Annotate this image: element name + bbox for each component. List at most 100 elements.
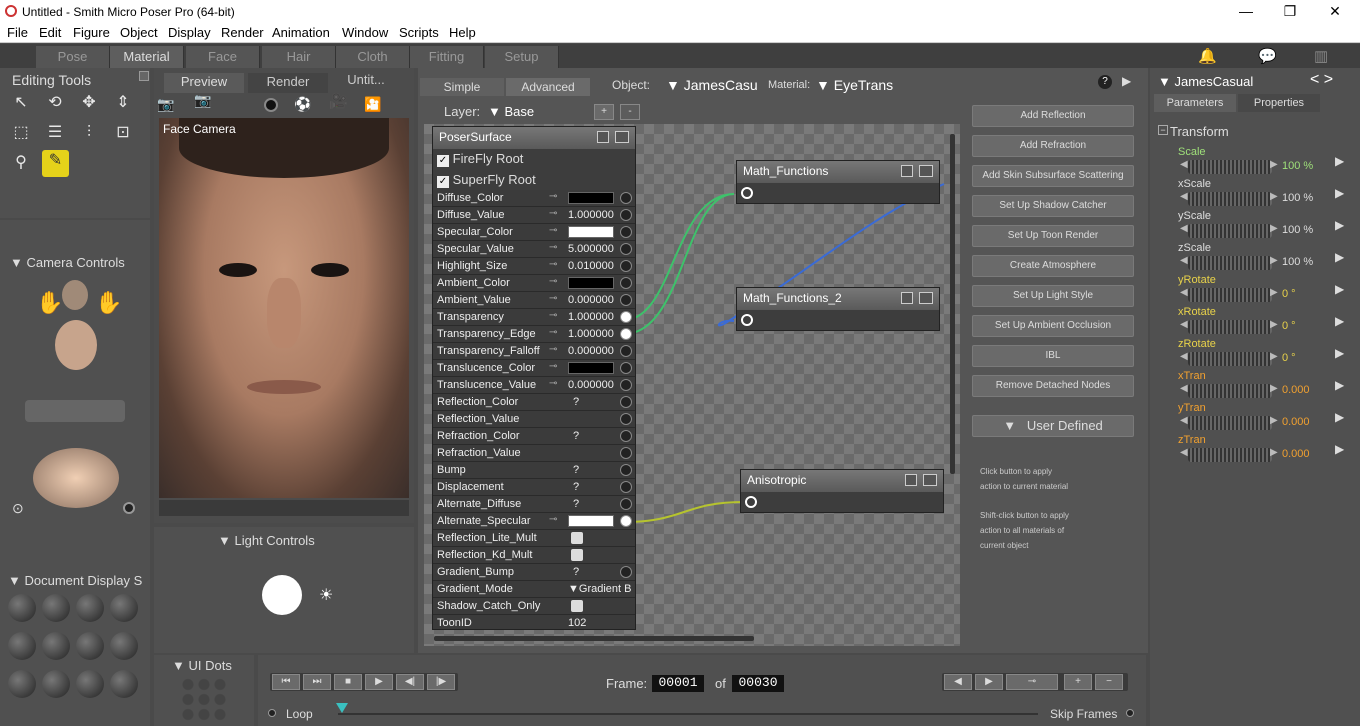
param-dial[interactable] (1188, 160, 1272, 174)
property-row-transparency-edge[interactable]: Transparency_Edge ⊸ 1.000000 (433, 326, 635, 343)
chain-break-icon[interactable]: ⫶ (78, 122, 100, 144)
param-value[interactable]: 100 % (1282, 192, 1313, 204)
property-row-shadow-catch-only[interactable]: Shadow_Catch_Only (433, 598, 635, 615)
input-port-icon[interactable] (620, 481, 632, 493)
param-menu-icon[interactable]: ▶ (1335, 410, 1344, 424)
input-port-icon[interactable] (620, 311, 632, 323)
param-value[interactable]: 0 ° (1282, 352, 1296, 364)
decrement-arrow-icon[interactable]: ◀ (1180, 191, 1188, 202)
style-smooth-shaded-icon[interactable] (42, 670, 70, 698)
param-menu-icon[interactable]: ▶ (1335, 282, 1344, 296)
decrement-arrow-icon[interactable]: ◀ (1180, 351, 1188, 362)
skip-frames-toggle[interactable] (1126, 709, 1134, 717)
translate-in-out-icon[interactable]: ⇕ (112, 92, 134, 114)
menu-figure[interactable]: Figure (73, 25, 110, 40)
param-dial[interactable] (1188, 224, 1272, 238)
ambient-occlusion-button[interactable]: Set Up Ambient Occlusion (972, 315, 1134, 337)
param-menu-icon[interactable]: ▶ (1335, 346, 1344, 360)
property-value[interactable]: 0.000000 (568, 379, 614, 391)
help-icon[interactable]: ? (1098, 75, 1112, 89)
decrement-arrow-icon[interactable]: ◀ (1180, 223, 1188, 234)
node-collapse-icon[interactable] (597, 131, 609, 143)
param-dial[interactable] (1188, 384, 1272, 398)
output-port-icon[interactable] (741, 314, 753, 326)
canvas-horizontal-scrollbar[interactable] (434, 636, 754, 641)
user-defined-dropdown[interactable]: ▼ User Defined (972, 415, 1134, 437)
param-menu-icon[interactable]: ▶ (1335, 218, 1344, 232)
bell-icon[interactable]: 🔔 (1198, 47, 1217, 65)
property-row-bump[interactable]: Bump? (433, 462, 635, 479)
node-preview-icon[interactable] (919, 165, 933, 177)
output-port-icon[interactable] (741, 187, 753, 199)
style-cartoon-line-icon[interactable] (8, 670, 36, 698)
input-port-icon[interactable] (620, 430, 632, 442)
input-port-icon[interactable] (620, 566, 632, 578)
animate-key-icon[interactable]: ⊸ (549, 259, 557, 270)
room-pose[interactable]: Pose (36, 46, 110, 68)
create-atmosphere-button[interactable]: Create Atmosphere (972, 255, 1134, 277)
property-row-diffuse-color[interactable]: Diffuse_Color ⊸ (433, 190, 635, 207)
soccer-ball-icon[interactable]: ⚽ (294, 96, 311, 113)
param-value[interactable]: 100 % (1282, 256, 1313, 268)
input-port-icon[interactable] (620, 192, 632, 204)
property-value[interactable]: 0.000000 (568, 345, 614, 357)
input-port-icon[interactable] (620, 243, 632, 255)
sphere-view-icon[interactable] (264, 98, 278, 112)
style-flat-shaded-icon[interactable] (42, 632, 70, 660)
property-row-translucence-value[interactable]: Translucence_Value ⊸ 0.000000 (433, 377, 635, 394)
param-dial[interactable] (1188, 320, 1272, 334)
node-collapse-icon[interactable] (905, 474, 917, 486)
decrement-arrow-icon[interactable]: ◀ (1180, 383, 1188, 394)
room-face[interactable]: Face (186, 46, 260, 68)
add-key-button[interactable]: + (1064, 674, 1092, 690)
play-button[interactable]: ▶ (365, 674, 393, 690)
increment-arrow-icon[interactable]: ▶ (1270, 383, 1278, 394)
minimize-button[interactable]: — (1237, 3, 1255, 19)
node-preview-icon[interactable] (923, 474, 937, 486)
param-dial[interactable] (1188, 416, 1272, 430)
superfly-root-row[interactable]: ✓ SuperFly Root (433, 170, 635, 190)
color-swatch[interactable] (568, 362, 614, 374)
input-port-icon[interactable] (620, 209, 632, 221)
room-hair[interactable]: Hair (262, 46, 336, 68)
animate-key-icon[interactable]: ⊸ (549, 514, 557, 525)
param-dial[interactable] (1188, 448, 1272, 462)
param-dial[interactable] (1188, 352, 1272, 366)
firefly-root-row[interactable]: ✓ FireFly Root (433, 149, 635, 169)
property-row-displacement[interactable]: Displacement? (433, 479, 635, 496)
node-preview-icon[interactable] (615, 131, 629, 143)
next-key-button[interactable]: ▶ (975, 674, 1003, 690)
increment-arrow-icon[interactable]: ▶ (1270, 287, 1278, 298)
camera-snapshot-icon[interactable]: ⊙ (12, 500, 24, 517)
step-back-end-button[interactable]: ⏭ (303, 674, 331, 690)
animate-key-icon[interactable]: ⊸ (549, 225, 557, 236)
param-dial[interactable] (1188, 192, 1272, 206)
prev-key-button[interactable]: ◀ (944, 674, 972, 690)
property-row-transparency[interactable]: Transparency ⊸ 1.000000 (433, 309, 635, 326)
animate-key-icon[interactable]: ⊸ (549, 327, 557, 338)
color-tool-icon[interactable]: ⊡ (112, 122, 134, 144)
trackball-control[interactable] (33, 448, 119, 508)
key-icon[interactable]: ⊸ (1006, 674, 1058, 690)
poser-surface-node[interactable]: PoserSurface ✓ FireFly Root ✓ SuperFly R… (432, 126, 636, 630)
node-collapse-icon[interactable] (901, 292, 913, 304)
camera-dot-icon[interactable] (123, 502, 135, 514)
face-camera-icon[interactable] (62, 280, 88, 310)
property-row-reflection-kd-mult[interactable]: Reflection_Kd_Mult (433, 547, 635, 564)
menu-help[interactable]: Help (449, 25, 476, 40)
animate-key-icon[interactable]: ⊸ (549, 344, 557, 355)
property-row-specular-color[interactable]: Specular_Color ⊸ (433, 224, 635, 241)
input-port-icon[interactable] (620, 413, 632, 425)
input-port-icon[interactable] (620, 294, 632, 306)
animate-key-icon[interactable]: ⊸ (549, 378, 557, 389)
param-value[interactable]: 100 % (1282, 224, 1313, 236)
color-swatch[interactable] (568, 226, 614, 238)
stop-button[interactable]: ■ (334, 674, 362, 690)
timeline-slider[interactable] (338, 713, 1038, 715)
input-port-icon[interactable] (620, 328, 632, 340)
light-style-button[interactable]: Set Up Light Style (972, 285, 1134, 307)
animate-key-icon[interactable]: ⊸ (549, 242, 557, 253)
tab-preview[interactable]: Preview (164, 73, 244, 93)
increment-arrow-icon[interactable]: ▶ (1270, 319, 1278, 330)
viewport-canvas[interactable]: Face Camera (159, 118, 409, 498)
